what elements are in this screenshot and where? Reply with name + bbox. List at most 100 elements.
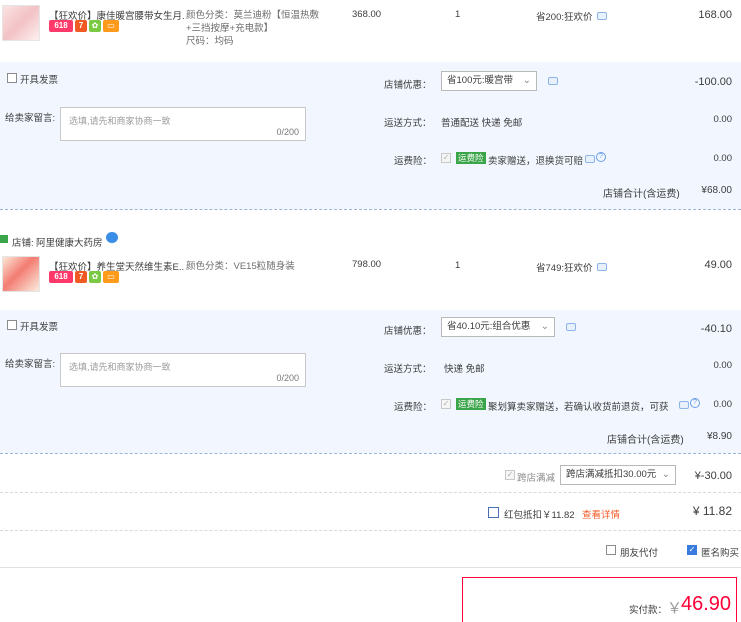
item-row-2: 【狂欢价】养生堂天然维生素E... 618 7 ✿ ▭ 颜色分类：VE15粒随身… — [0, 250, 741, 310]
chevron-down-icon: ⌄ — [522, 75, 531, 86]
pay-amount: 46.90 — [681, 593, 732, 615]
invoice-label: 开具发票 — [20, 75, 59, 86]
pay-currency: ￥ — [667, 600, 683, 617]
friend-pay-label: 朋友代付 — [620, 548, 659, 559]
message-input[interactable]: 选填,请先和商家协商一致 0/200 — [60, 353, 306, 387]
cross-store-label: 跨店满减 — [517, 473, 556, 484]
coin-badge-icon: ✿ — [89, 20, 101, 32]
shipping-amount: 0.00 — [713, 360, 733, 371]
message-placeholder: 选填,请先和商家协商一致 — [69, 116, 171, 126]
coupon-amount: -40.10 — [700, 323, 732, 335]
cross-store-amount: ¥-30.00 — [694, 470, 732, 482]
card-badge-icon: ▭ — [103, 20, 119, 32]
invoice-label: 开具发票 — [20, 322, 59, 333]
payment-summary-box: 实付款： ￥ 46.90 — [462, 577, 737, 622]
divider — [0, 530, 741, 531]
shop-total-value: ¥68.00 — [701, 185, 732, 196]
item-row-1: 【狂欢价】康佳暖宫腰带女生月... 618 7 ✿ ▭ 颜色分类：莫兰迪粉【恒温… — [0, 0, 741, 62]
insurance-amount: 0.00 — [713, 153, 733, 164]
help-icon[interactable]: ? — [596, 152, 606, 162]
cross-store-checkbox: ✓ — [505, 470, 515, 480]
message-label: 给卖家留言: — [5, 113, 56, 124]
original-price: 798.00 — [352, 259, 382, 270]
sku-line: 尺码：均码 — [186, 36, 234, 47]
sku-line: +三挡按摩+充电款】 — [186, 23, 274, 34]
shipping-method: 普通配送 快递 免邮 — [441, 118, 523, 129]
badge-618-icon: 618 — [49, 20, 73, 32]
insurance-checkbox: ✓ — [441, 399, 451, 409]
item-price: 49.00 — [704, 259, 732, 271]
promo-text: 省200:狂欢价 — [536, 12, 593, 23]
shop-label: 店铺: — [12, 238, 34, 249]
anonymous-label: 匿名购买 — [701, 548, 740, 559]
coupon-amount: -100.00 — [694, 76, 732, 88]
sku-info: 颜色分类：VE15粒随身装 — [186, 260, 295, 273]
coupon-select[interactable]: 省100元:暖宫带 ⌄ — [441, 71, 537, 91]
insurance-label: 运费险： — [394, 402, 433, 413]
insurance-text: 卖家赠送，退换货可赔 — [488, 156, 584, 167]
shop-total-label: 店铺合计(含运费) — [603, 189, 680, 200]
shop-total-label: 店铺合计(含运费) — [607, 435, 684, 446]
coupon-select[interactable]: 省40.10元:组合优惠 ⌄ — [441, 317, 555, 337]
coupon-select-value: 省40.10元:组合优惠 — [447, 321, 531, 332]
product-badges: 618 7 ✿ ▭ — [49, 271, 119, 283]
item-price: 168.00 — [698, 9, 732, 21]
card-badge-icon: ▭ — [103, 271, 119, 283]
anonymous-checkbox[interactable]: ✓ — [687, 545, 697, 555]
pay-label: 实付款： — [629, 605, 668, 616]
badge-7day-icon: 7 — [75, 271, 87, 283]
sku-info: 颜色分类：莫兰迪粉【恒温热敷 +三挡按摩+充电款】 尺码：均码 — [186, 9, 319, 48]
original-price: 368.00 — [352, 9, 382, 20]
divider — [0, 453, 741, 454]
divider — [0, 492, 741, 493]
chat-icon[interactable] — [548, 77, 558, 85]
quantity: 1 — [455, 9, 461, 20]
redpacket-checkbox[interactable] — [488, 507, 499, 518]
product-badges: 618 7 ✿ ▭ — [49, 20, 119, 32]
shop-icon — [0, 235, 8, 243]
promo-info-icon[interactable] — [597, 12, 607, 20]
insurance-amount: 0.00 — [713, 399, 733, 410]
friend-pay-checkbox[interactable] — [606, 545, 616, 555]
shipping-label: 运送方式： — [384, 118, 432, 129]
coupon-select-value: 省100元:暖宫带 — [447, 75, 513, 86]
shipping-method: 快递 免邮 — [444, 364, 485, 375]
product-thumbnail[interactable] — [2, 256, 40, 292]
chevron-down-icon: ⌄ — [540, 321, 549, 332]
chat-icon[interactable] — [566, 323, 576, 331]
chat-icon[interactable] — [585, 155, 595, 163]
badge-7day-icon: 7 — [75, 20, 87, 32]
shipping-amount: 0.00 — [713, 114, 733, 125]
redpacket-details-link[interactable]: 查看详情 — [582, 507, 620, 521]
cross-store-select[interactable]: 跨店满减抵扣30.00元 ⌄ — [560, 465, 676, 485]
badge-618-icon: 618 — [49, 271, 73, 283]
shop-name[interactable]: 阿里健康大药房 — [36, 235, 103, 249]
sku-line: 颜色分类：VE15粒随身装 — [186, 261, 295, 272]
message-label: 给卖家留言: — [5, 359, 56, 370]
shipping-label: 运送方式： — [384, 364, 432, 375]
message-count: 0/200 — [276, 373, 299, 383]
insurance-label: 运费险： — [394, 156, 433, 167]
insurance-checkbox: ✓ — [441, 153, 451, 163]
message-input[interactable]: 选填,请先和商家协商一致 0/200 — [60, 107, 306, 141]
coupon-label: 店铺优惠： — [384, 326, 432, 337]
promo-info-icon[interactable] — [597, 263, 607, 271]
divider — [0, 567, 741, 568]
coupon-label: 店铺优惠： — [384, 80, 432, 91]
coin-badge-icon: ✿ — [89, 271, 101, 283]
quantity: 1 — [455, 260, 461, 271]
sku-line: 颜色分类：莫兰迪粉【恒温热敷 — [186, 10, 320, 21]
insurance-badge: 运费险 — [456, 152, 486, 164]
shop-total-value: ¥8.90 — [706, 431, 732, 442]
wangwang-chat-icon[interactable] — [106, 232, 118, 243]
cross-store-select-value: 跨店满减抵扣30.00元 — [566, 469, 657, 480]
insurance-badge: 运费险 — [456, 398, 486, 410]
invoice-checkbox[interactable] — [7, 73, 17, 83]
invoice-checkbox[interactable] — [7, 320, 17, 330]
redpacket-label: 红包抵扣￥11.82 — [504, 510, 575, 521]
product-thumbnail[interactable] — [2, 5, 40, 41]
divider — [0, 209, 741, 210]
promo-text: 省749:狂欢价 — [536, 263, 593, 274]
message-placeholder: 选填,请先和商家协商一致 — [69, 362, 171, 372]
redpacket-amount: ¥ 11.82 — [692, 504, 732, 518]
